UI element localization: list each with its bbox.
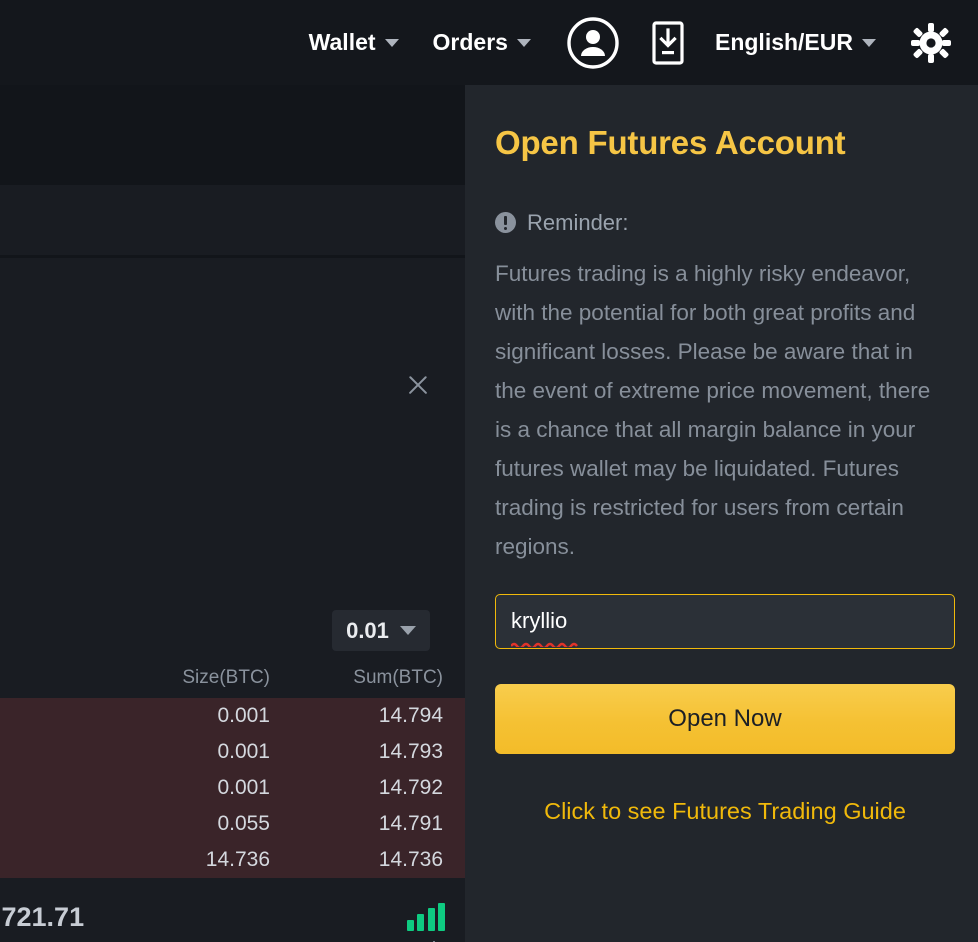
cell-sum: 14.793: [378, 740, 443, 763]
gear-icon[interactable]: [910, 22, 952, 64]
tick-size-value: 0.01: [346, 617, 389, 643]
order-book-column-headers: Size(BTC) Sum(BTC): [0, 663, 465, 693]
exclamation-circle-icon: [495, 212, 516, 234]
chevron-down-icon: [516, 38, 531, 47]
user-account-icon[interactable]: [565, 15, 621, 71]
reminder-label: Reminder:: [527, 209, 629, 235]
cell-sum: 14.736: [378, 848, 443, 871]
order-book-panel: 0.01 Size(BTC) Sum(BTC) 0.001 14.794 0.001…: [0, 258, 465, 942]
column-header-size: Size(BTC): [182, 667, 270, 688]
cell-size: 0.001: [217, 740, 270, 763]
left-column: 0.01 Size(BTC) Sum(BTC) 0.001 14.794 0.001…: [0, 85, 465, 942]
nav-item-orders-label: Orders: [432, 29, 508, 55]
open-now-button[interactable]: Open Now: [495, 683, 955, 754]
table-row[interactable]: 14.736 14.736: [0, 842, 465, 878]
upper-panel-placeholder: [0, 185, 465, 255]
last-price: ,721.71: [0, 901, 85, 932]
last-price-row: ,721.71: [0, 894, 465, 940]
table-row[interactable]: 0.001 14.792: [0, 770, 465, 806]
cell-sum: 14.792: [378, 776, 443, 799]
cell-sum: 14.794: [378, 704, 443, 727]
cell-size: 0.055: [217, 812, 270, 835]
download-app-icon[interactable]: [651, 20, 685, 66]
page-title: Open Futures Account: [495, 124, 846, 161]
table-row[interactable]: 0.001 14.793: [0, 734, 465, 770]
top-navigation-bar: Wallet Orders English/EUR: [0, 0, 978, 85]
table-row[interactable]: 0.055 14.791: [0, 806, 465, 842]
nickname-input[interactable]: [495, 593, 955, 649]
locale-label: English/EUR: [714, 29, 853, 55]
column-header-sum: Sum(BTC): [353, 667, 443, 688]
chevron-down-icon: [862, 38, 876, 47]
nickname-field-wrapper: [495, 593, 955, 649]
cell-sum: 14.791: [378, 812, 443, 835]
cell-size: 0.001: [217, 704, 270, 727]
nav-item-orders[interactable]: Orders: [433, 29, 531, 56]
open-futures-account-panel: Open Futures Account Reminder: Futures t…: [465, 85, 978, 942]
cell-size: 14.736: [205, 848, 270, 871]
cell-size: 0.001: [217, 776, 270, 799]
bar-chart-icon[interactable]: [406, 903, 445, 931]
tick-size-dropdown[interactable]: 0.01: [332, 610, 430, 651]
table-row[interactable]: 0.001 14.794: [0, 698, 465, 734]
ask-rows-container: 0.001 14.794 0.001 14.793 0.001 14.792 0.055 14…: [0, 698, 465, 878]
reminder-row: Reminder:: [495, 210, 948, 236]
futures-trading-guide-link[interactable]: Click to see Futures Trading Guide: [495, 798, 955, 825]
disclaimer-text: Futures trading is a highly risky endeav…: [495, 260, 931, 559]
close-icon[interactable]: [405, 372, 431, 398]
nav-item-wallet-label: Wallet: [308, 29, 376, 55]
locale-selector[interactable]: English/EUR: [715, 29, 876, 56]
nav-item-wallet[interactable]: Wallet: [309, 29, 399, 56]
chevron-down-icon: [384, 38, 399, 47]
app-root: Wallet Orders English/EUR 0.01 Size(BTC)…: [0, 0, 978, 942]
chevron-down-icon: [399, 626, 416, 635]
